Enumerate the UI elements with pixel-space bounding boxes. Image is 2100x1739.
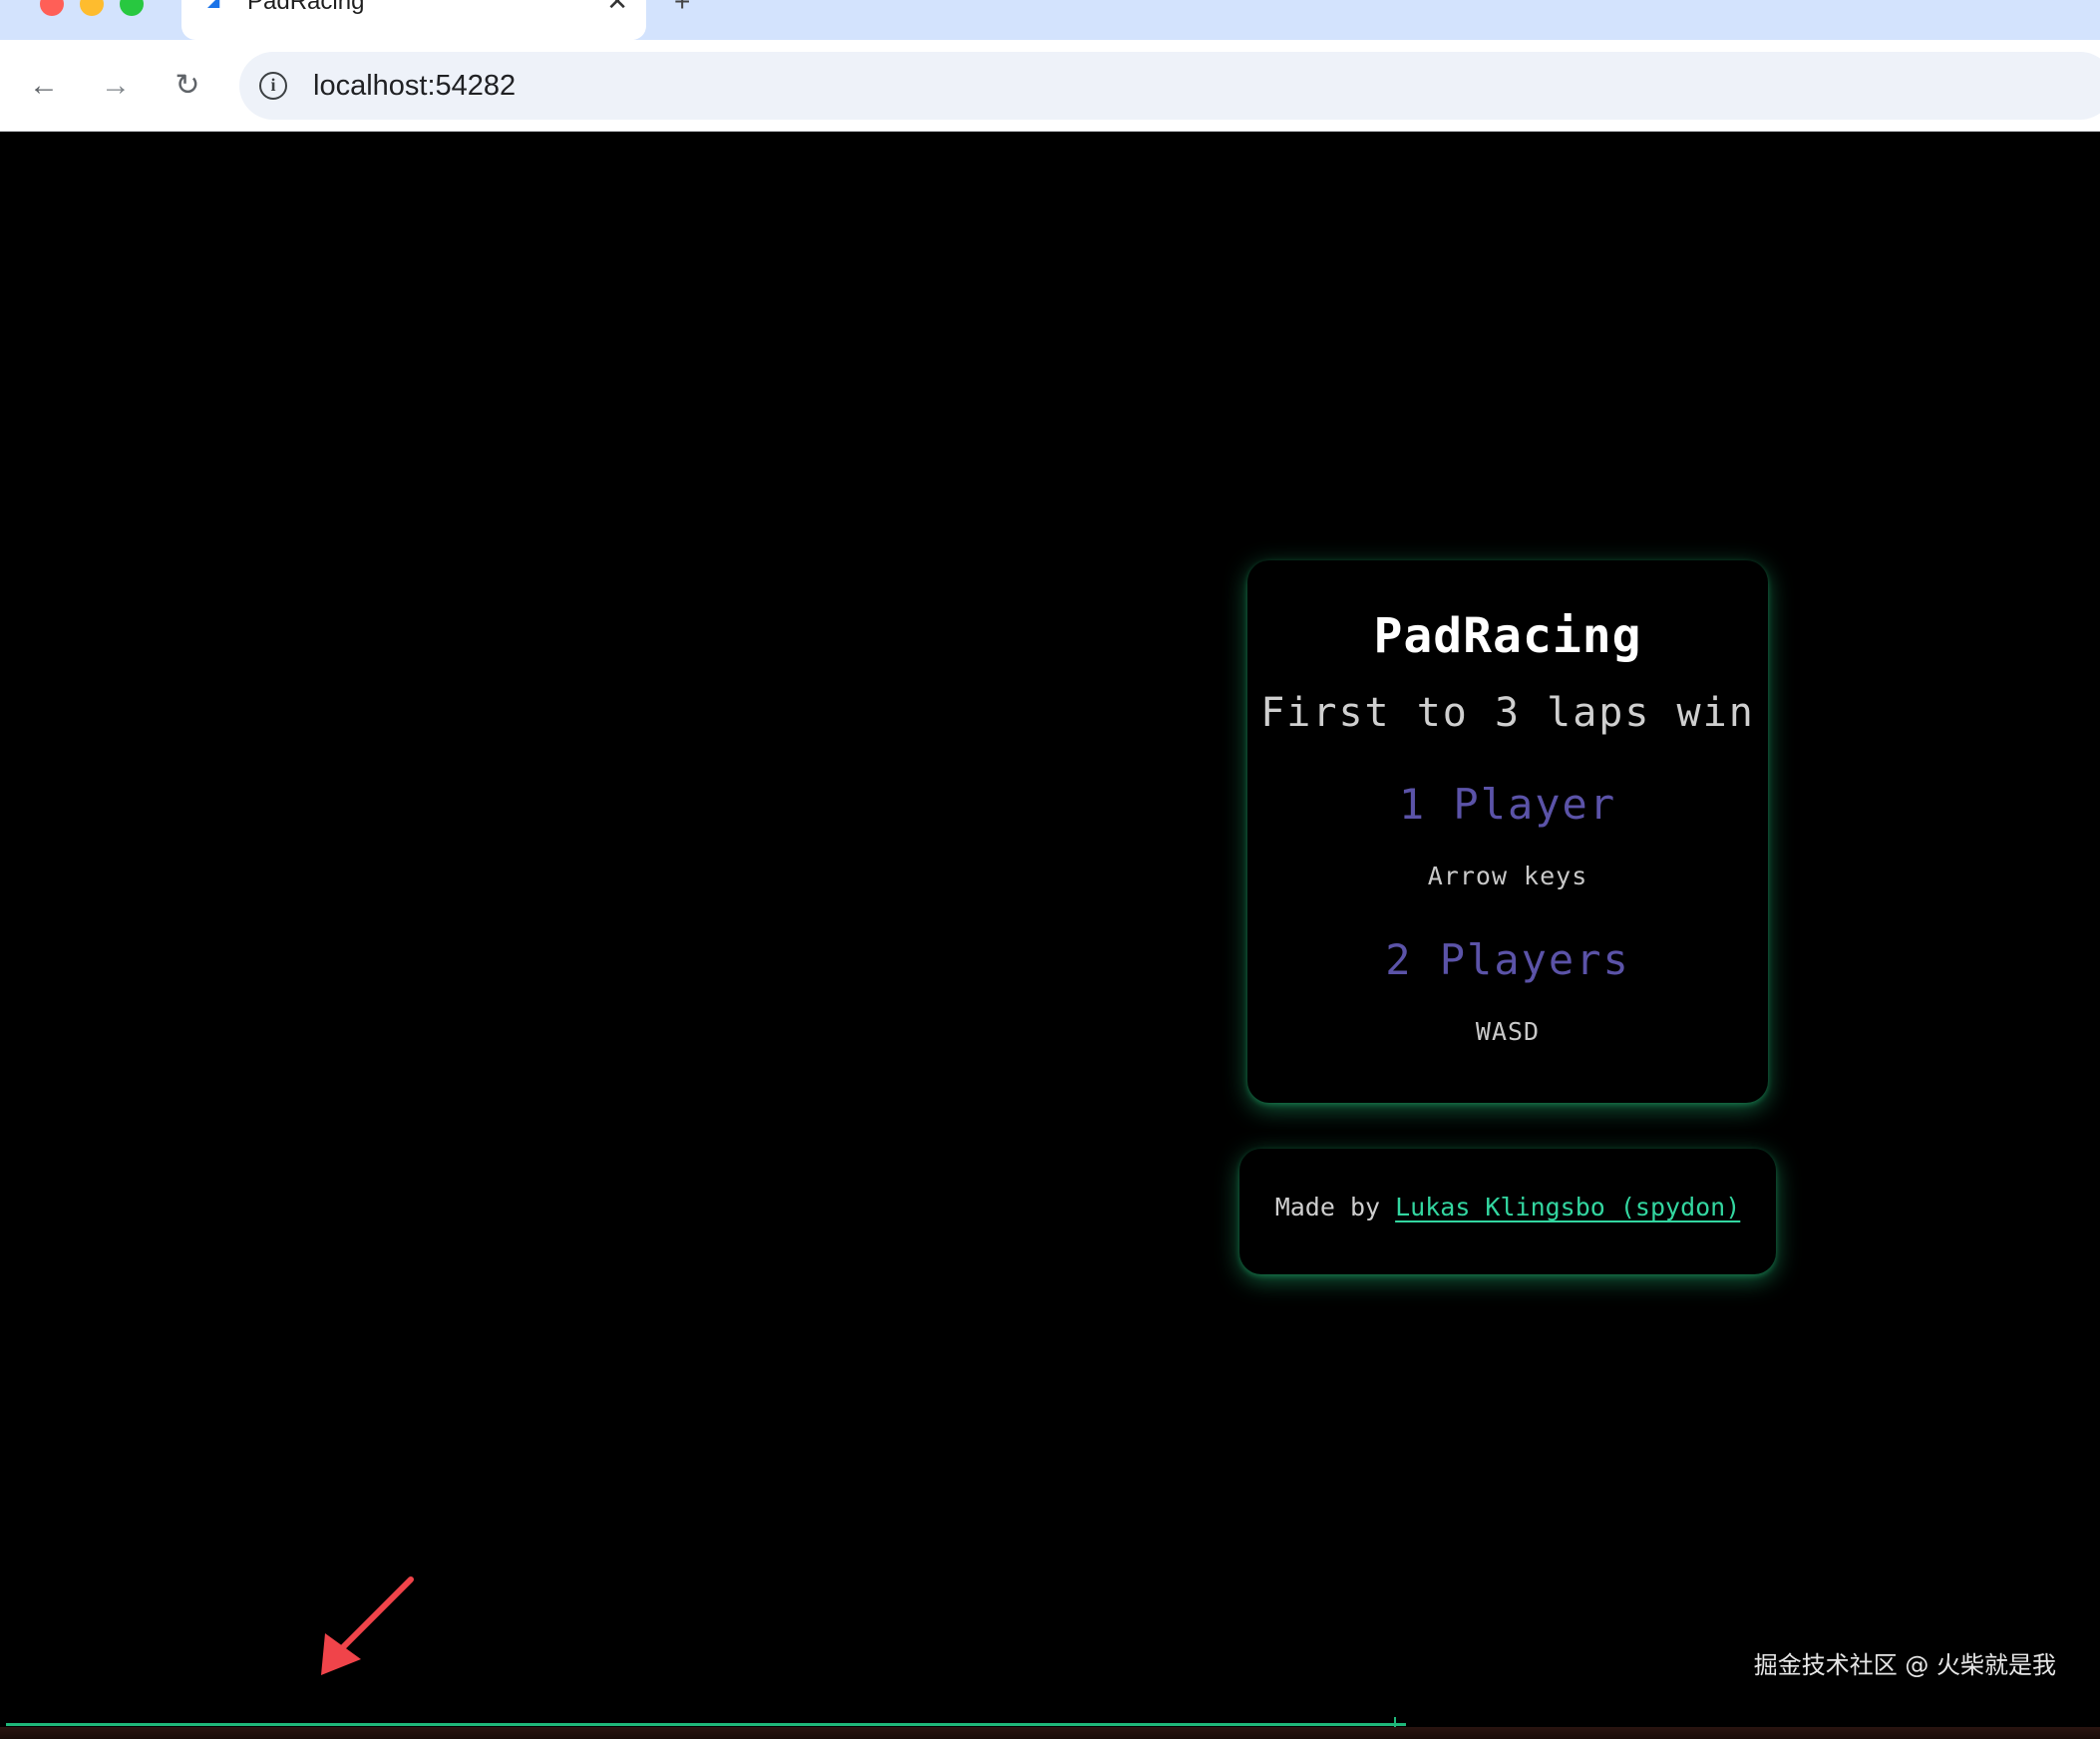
author-link[interactable]: Lukas Klingsbo (spydon)	[1395, 1193, 1740, 1221]
browser-window: ◢ PadRacing ✕ + ← → ↻ i localhost:54282 …	[0, 0, 2100, 1739]
progress-line-end	[1394, 1717, 1396, 1727]
back-button[interactable]: ←	[20, 62, 68, 110]
reload-button[interactable]: ↻	[164, 62, 211, 110]
url-text[interactable]: localhost:54282	[313, 70, 516, 103]
red-arrow-icon	[321, 1576, 414, 1675]
game-subtitle: First to 3 laps win	[1260, 690, 1755, 736]
progress-line	[6, 1723, 1406, 1726]
watermark: 掘金技术社区 @ 火柴就是我	[1753, 1651, 2056, 1679]
one-player-button[interactable]: 1 Player	[1307, 780, 1708, 829]
main-menu-panel: PadRacing First to 3 laps win 1 Player A…	[1247, 560, 1768, 1103]
tab-strip: ◢ PadRacing ✕ +	[0, 0, 2100, 40]
new-tab-button[interactable]: +	[674, 0, 690, 16]
tab-padracing[interactable]: ◢ PadRacing ✕	[181, 0, 646, 40]
credits-prefix: Made by	[1274, 1193, 1396, 1221]
address-bar[interactable]: i localhost:54282	[239, 52, 2100, 120]
browser-toolbar: ← → ↻ i localhost:54282	[0, 40, 2100, 132]
credits-panel: Made by Lukas Klingsbo (spydon)	[1239, 1149, 1776, 1274]
close-window-button[interactable]	[40, 0, 64, 16]
page-bottom-edge	[0, 1727, 2100, 1739]
credits-line: Made by Lukas Klingsbo (spydon)	[1239, 1193, 1776, 1221]
tab-title: PadRacing	[247, 0, 365, 15]
minimize-window-button[interactable]	[80, 0, 104, 16]
forward-button[interactable]: →	[92, 62, 140, 110]
two-players-button[interactable]: 2 Players	[1307, 935, 1708, 984]
maximize-window-button[interactable]	[120, 0, 144, 16]
site-info-icon[interactable]: i	[259, 72, 287, 100]
two-players-controls-hint: WASD	[1475, 1017, 1541, 1046]
game-title: PadRacing	[1373, 608, 1642, 664]
tab-close-icon[interactable]: ✕	[606, 0, 628, 14]
one-player-controls-hint: Arrow keys	[1427, 862, 1588, 890]
flutter-favicon-icon: ◢	[207, 0, 220, 10]
game-canvas[interactable]: PadRacing First to 3 laps win 1 Player A…	[0, 132, 2100, 1739]
